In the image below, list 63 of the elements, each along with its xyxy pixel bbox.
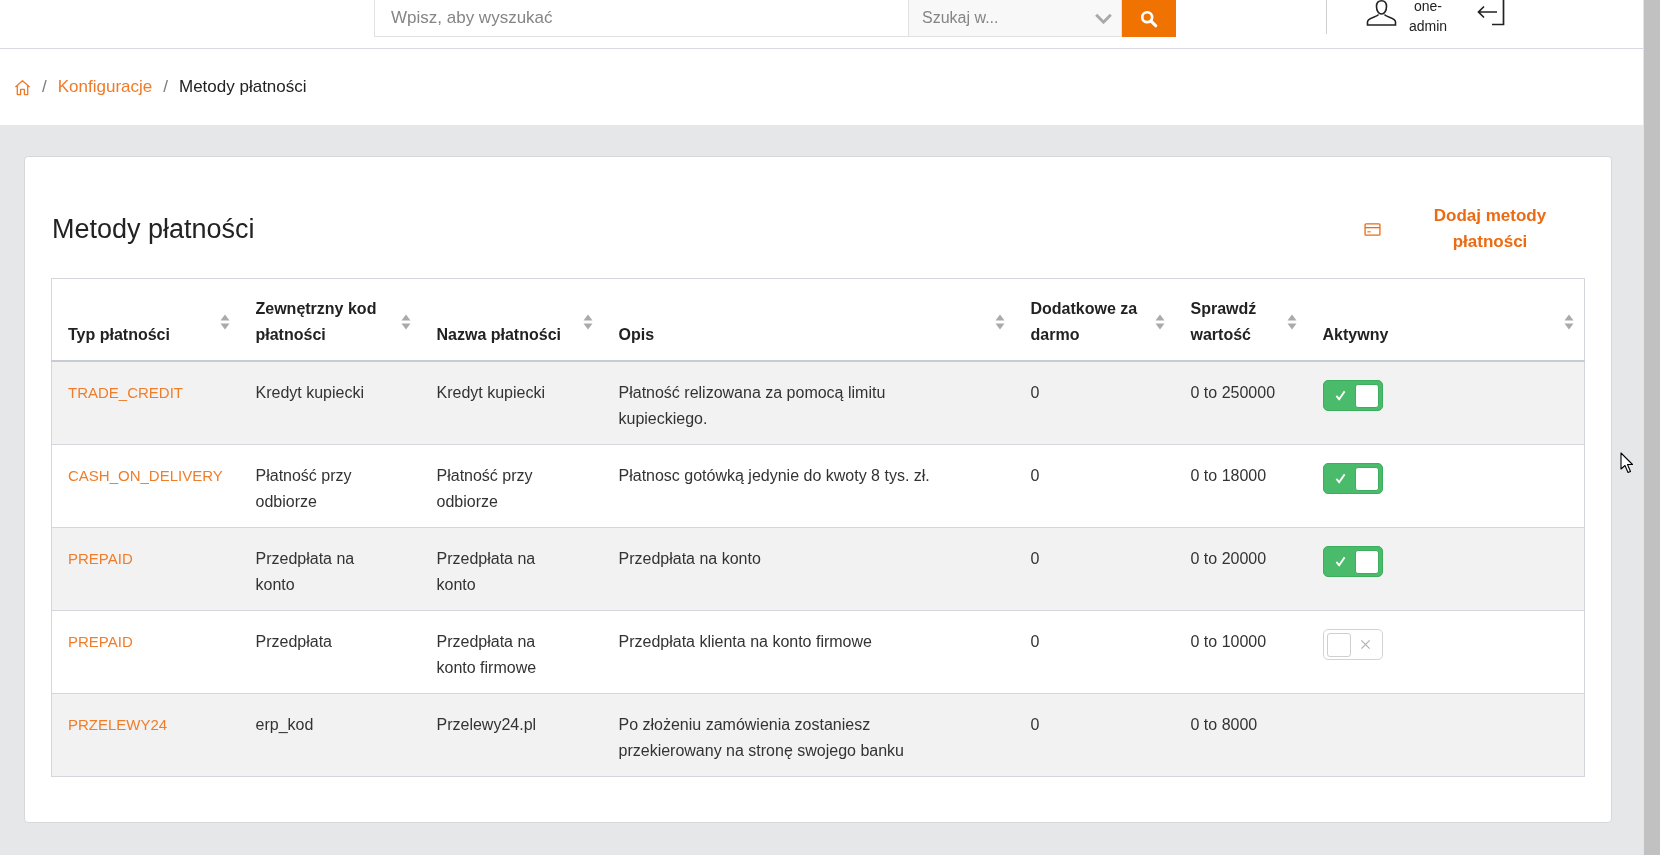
- table-cell: 0 to 8000: [1174, 693, 1307, 777]
- sort-icon[interactable]: [994, 313, 1005, 331]
- cursor-icon: [1620, 452, 1634, 474]
- panel-title: Metody płatności: [51, 213, 255, 245]
- table-cell: Przelewy24.pl: [420, 693, 603, 777]
- search-icon: [1140, 9, 1158, 28]
- table-cell: Płatność przy odbiorze: [420, 444, 603, 528]
- search-button[interactable]: [1122, 0, 1176, 37]
- sort-icon[interactable]: [219, 313, 230, 331]
- check-icon: [1334, 556, 1346, 567]
- table-cell: Przedpłata na konto firmowe: [420, 610, 603, 694]
- column-header[interactable]: Typ płatności: [51, 278, 240, 361]
- search-field[interactable]: Wpisz, aby wyszukać: [374, 0, 908, 37]
- check-icon: [1334, 473, 1346, 484]
- column-header[interactable]: Aktywny: [1306, 278, 1585, 361]
- table-cell: 0 to 10000: [1174, 610, 1307, 694]
- table-cell: 0 to 250000: [1174, 361, 1307, 445]
- breadcrumb-separator: /: [163, 77, 168, 97]
- table-cell: 0 to 18000: [1174, 444, 1307, 528]
- toggle-switch[interactable]: [1322, 380, 1383, 411]
- column-header[interactable]: Sprawdź wartość: [1174, 278, 1307, 361]
- sort-icon[interactable]: [1564, 313, 1574, 331]
- table-cell: Kredyt kupiecki: [239, 361, 421, 445]
- cross-icon: [1359, 639, 1371, 650]
- breadcrumb-separator: /: [42, 77, 47, 97]
- column-header[interactable]: Opis: [602, 278, 1015, 361]
- table-cell: 0: [1014, 527, 1175, 611]
- table-cell: Przedpłata: [239, 610, 421, 694]
- table-cell: Po złożeniu zamówienia zostaniesz przekierowany na stronę swojego banku: [602, 693, 1015, 777]
- home-icon[interactable]: [14, 78, 31, 96]
- table-cell: 0: [1014, 444, 1175, 528]
- table-cell: Płatność przy odbiorze: [239, 444, 421, 528]
- person-icon: [1366, 0, 1397, 26]
- check-icon: [1334, 390, 1346, 401]
- breadcrumb-current: Metody płatności: [179, 77, 307, 97]
- toggle-switch[interactable]: [1322, 546, 1383, 577]
- column-header[interactable]: Dodatkowe za darmo: [1014, 278, 1175, 361]
- sort-icon[interactable]: [1154, 313, 1165, 331]
- credit-card-icon: [1364, 222, 1381, 236]
- column-header[interactable]: Nazwa płatności: [420, 278, 603, 361]
- logout-icon[interactable]: [1477, 0, 1505, 26]
- user-menu[interactable]: one-admin: [1366, 0, 1450, 36]
- table-cell: Płatnosc gotówką jedynie do kwoty 8 tys. zł.: [602, 444, 1015, 528]
- table-cell: 0 to 20000: [1174, 527, 1307, 611]
- table-cell: 0: [1014, 693, 1175, 777]
- sort-icon[interactable]: [582, 313, 593, 331]
- table-cell: Kredyt kupiecki: [420, 361, 603, 445]
- sort-icon[interactable]: [1286, 313, 1297, 331]
- scrollbar[interactable]: [1643, 0, 1660, 855]
- table-cell: Przedpłata na konto: [420, 527, 603, 611]
- table-cell: 0: [1014, 361, 1175, 445]
- table-cell: Płatność relizowana za pomocą limitu kupieckiego.: [602, 361, 1015, 445]
- toggle-switch[interactable]: [1322, 463, 1383, 494]
- table-cell: Przedpłata klienta na konto firmowe: [602, 610, 1015, 694]
- search-scope-dropdown[interactable]: Szukaj w...: [908, 0, 1122, 37]
- table-cell: Przedpłata na konto: [239, 527, 421, 611]
- column-header[interactable]: Zewnętrzny kod płatności: [239, 278, 421, 361]
- table-cell: 0: [1014, 610, 1175, 694]
- chevron-down-icon: [1094, 12, 1113, 24]
- sort-icon[interactable]: [400, 313, 411, 331]
- table-cell: erp_kod: [239, 693, 421, 777]
- table-cell: Przedpłata na konto: [602, 527, 1015, 611]
- toggle-switch[interactable]: [1322, 629, 1383, 660]
